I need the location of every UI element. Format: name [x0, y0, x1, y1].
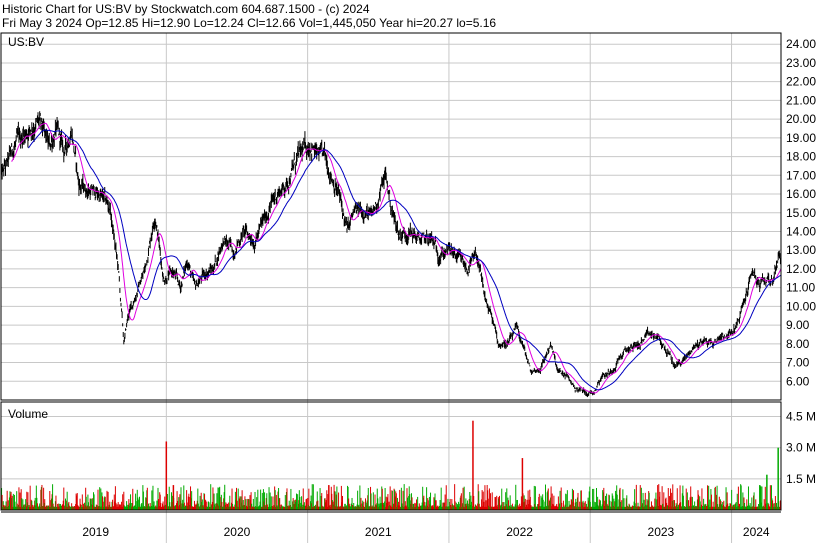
volume-tick-label: 4.5 M [786, 410, 816, 424]
price-tick-label: 8.00 [786, 337, 810, 351]
price-tick-label: 23.00 [786, 56, 816, 70]
price-tick-label: 24.00 [786, 37, 816, 51]
price-tick-label: 6.00 [786, 374, 810, 388]
year-label: 2024 [743, 525, 770, 539]
price-tick-label: 12.00 [786, 262, 816, 276]
price-tick-label: 10.00 [786, 299, 816, 313]
year-label: 2022 [506, 525, 533, 539]
price-tick-label: 13.00 [786, 243, 816, 257]
price-axis-labels: 24.00 23.00 22.00 21.00 20.00 19.00 18.00 17.00… [786, 37, 816, 388]
volume-tick-label: 3.0 M [786, 441, 816, 455]
price-bars [0, 111, 782, 398]
price-tick-label: 17.00 [786, 168, 816, 182]
price-tick-label: 22.00 [786, 75, 816, 89]
year-label: 2019 [82, 525, 109, 539]
year-label: 2020 [224, 525, 251, 539]
price-tick-label: 9.00 [786, 318, 810, 332]
price-tick-label: 11.00 [786, 281, 815, 295]
price-tick-label: 16.00 [786, 187, 816, 201]
price-tick-label: 20.00 [786, 112, 816, 126]
volume-grid [1, 416, 781, 480]
price-tick-label: 14.00 [786, 224, 816, 238]
price-tick-label: 18.00 [786, 150, 816, 164]
price-tick-label: 19.00 [786, 131, 816, 145]
year-axis-labels: 2019 2020 2021 2022 2023 2024 [82, 525, 770, 539]
year-label: 2023 [648, 525, 675, 539]
stock-chart: 24.00 23.00 22.00 21.00 20.00 19.00 18.00 17.00… [0, 32, 816, 543]
volume-axis-labels: 4.5 M 3.0 M 1.5 M [786, 410, 816, 486]
volume-bars [0, 420, 782, 510]
volume-tick-label: 1.5 M [786, 472, 816, 486]
volume-label: Volume [8, 407, 48, 421]
panel-frames [0, 32, 782, 513]
price-tick-label: 21.00 [786, 93, 816, 107]
year-label: 2021 [365, 525, 392, 539]
price-tick-label: 15.00 [786, 206, 816, 220]
price-tick-label: 7.00 [786, 356, 810, 370]
symbol-label: US:BV [8, 35, 44, 49]
